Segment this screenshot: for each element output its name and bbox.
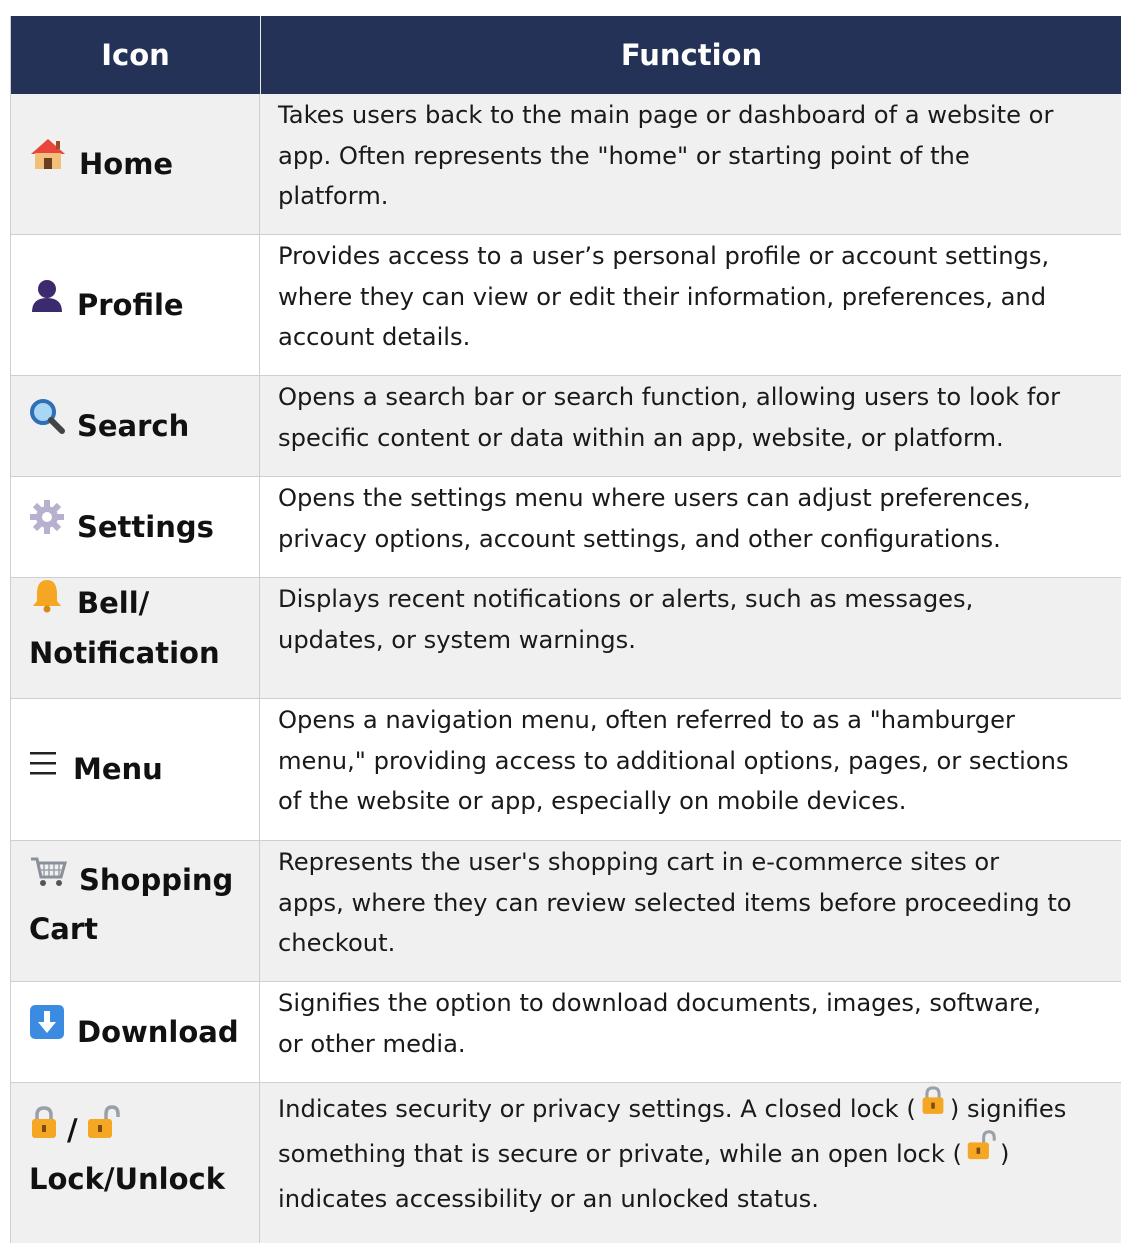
description-line: Displays recent notifications or alerts,… [278,585,974,613]
unlock-icon [86,1105,120,1153]
table-row-lock-unlock: / Lock/Unlock Indicates security or priv… [11,1083,1121,1243]
table-row-bell: Bell/ Notification Displays recent notif… [11,578,1121,699]
bell-icon [29,577,65,627]
description-line: Represents the user's shopping cart in e… [278,848,1000,876]
icon-cell: Menu [11,699,260,840]
table-row-profile: Profile Provides access to a user’s pers… [11,235,1121,376]
icon-cell: Home [11,94,260,234]
header-function-column: Function [620,38,763,72]
description-line: app. Often represents the "home" or star… [278,141,970,170]
hamburger-icon [29,743,57,790]
lock-icon [920,1085,946,1129]
description-line: menu," providing access to additional op… [278,746,1069,775]
description-line: Provides access to a user’s personal pro… [278,242,1050,270]
icon-name-line2: Cart [29,912,99,946]
description-line: Opens a navigation menu, often referred … [278,706,1015,734]
description-line: ) signifies [949,1095,1067,1123]
icon-cell: / Lock/Unlock [11,1083,260,1243]
icon-name: Settings [77,509,214,544]
icon-function-table: Icon Function Home Takes users back to t… [10,16,1121,1243]
function-cell: Opens the settings menu where users can … [260,477,1121,577]
table-row-download: Download Signifies the option to downloa… [11,982,1121,1083]
function-cell: Provides access to a user’s personal pro… [260,235,1121,375]
description-line: where they can view or edit their inform… [278,282,1047,311]
icon-name: Shopping [79,863,234,897]
magnifier-icon [29,398,65,448]
house-icon [29,137,67,185]
icon-cell: Download [11,982,260,1082]
icon-name: Home [79,146,174,181]
description-line: Takes users back to the main page or das… [278,101,1054,129]
description-line: indicates accessibility or an unlocked s… [278,1185,819,1213]
description-line: Opens a search bar or search function, a… [278,383,1061,411]
table-header: Icon Function [11,16,1121,94]
icon-name-line2: Notification [29,636,220,670]
function-cell: Displays recent notifications or alerts,… [260,578,1121,698]
function-cell: Indicates security or privacy settings. … [260,1083,1121,1243]
icon-cell: Profile [11,235,260,375]
icon-cell: Settings [11,477,260,577]
icon-name-line2: Lock/Unlock [29,1162,226,1196]
table-row-home: Home Takes users back to the main page o… [11,94,1121,235]
icon-name: Menu [73,752,163,786]
function-cell: Opens a navigation menu, often referred … [260,699,1121,840]
description-line: apps, where they can review selected ite… [278,888,1072,917]
description-line: Opens the settings menu where users can … [278,484,1031,512]
header-icon-column: Icon [11,16,261,94]
lock-icon [29,1105,59,1153]
description-line: or other media. [278,1029,466,1058]
description-line: Signifies the option to download documen… [278,989,1041,1017]
icon-name-separator: / [67,1113,78,1147]
person-icon [29,278,65,326]
function-cell: Opens a search bar or search function, a… [260,376,1121,476]
table-row-menu: Menu Opens a navigation menu, often refe… [11,699,1121,841]
cart-icon [29,855,67,903]
icon-cell: Bell/ Notification [11,578,260,698]
gear-icon [29,499,65,549]
icon-name: Download [77,1014,239,1049]
description-line: updates, or system warnings. [278,625,636,654]
icon-name: Bell/ [77,586,150,620]
function-cell: Represents the user's shopping cart in e… [260,841,1121,981]
description-line: of the website or app, especially on mob… [278,787,907,815]
unlock-icon [966,1130,996,1174]
table-row-settings: Settings Opens the settings menu where u… [11,477,1121,578]
table-row-search: Search Opens a search bar or search func… [11,376,1121,477]
description-line: privacy options, account settings, and o… [278,524,1001,553]
function-cell: Signifies the option to download documen… [260,982,1121,1082]
description-line: Indicates security or privacy settings. … [278,1095,916,1123]
description-line: something that is secure or private, whi… [278,1140,962,1168]
description-line: checkout. [278,929,396,957]
description-line: ) [999,1140,1010,1168]
icon-cell: Shopping Cart [11,841,260,981]
icon-name: Profile [77,287,184,322]
function-cell: Takes users back to the main page or das… [260,94,1121,234]
table-row-shopping-cart: Shopping Cart Represents the user's shop… [11,841,1121,982]
icon-name: Search [77,408,190,443]
description-line: account details. [278,323,471,351]
download-icon [29,1004,65,1054]
description-line: platform. [278,182,389,210]
description-line: specific content or data within an app, … [278,423,1004,452]
icon-cell: Search [11,376,260,476]
